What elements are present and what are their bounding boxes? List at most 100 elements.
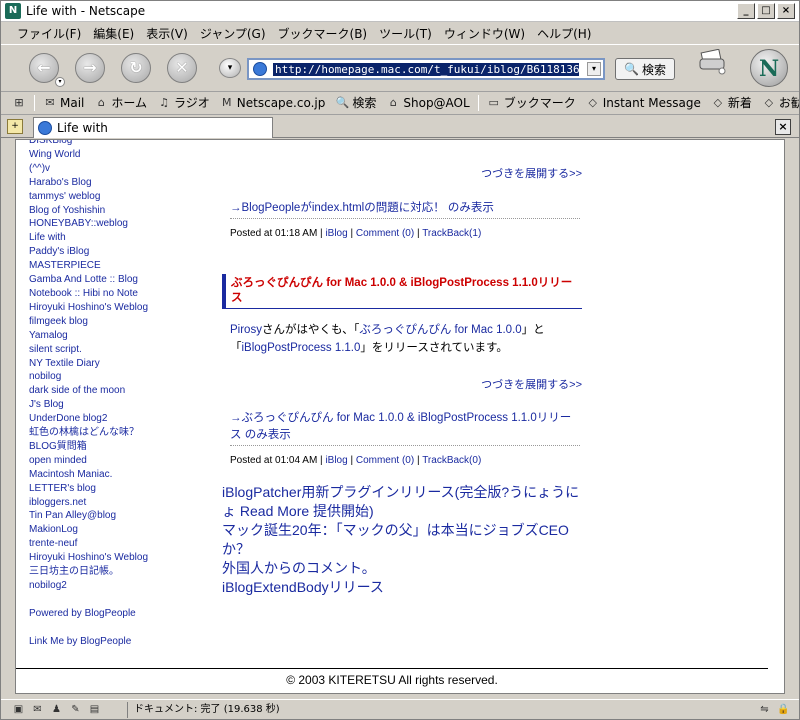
blogroll-link[interactable]: Macintosh Maniac.: [29, 468, 209, 482]
blogroll-link[interactable]: trente-neuf: [29, 537, 209, 551]
blogroll-link[interactable]: LETTER's blog: [29, 482, 209, 496]
category-link[interactable]: iBlog: [325, 455, 347, 466]
search-button[interactable]: 🔍 検索: [615, 58, 675, 80]
menu-go[interactable]: ジャンプ(G): [200, 25, 266, 42]
blogroll-link[interactable]: Notebook :: Hibi no Note: [29, 287, 209, 301]
recent-entry-link[interactable]: マック誕生20年：「マックの父」は本当にジョブズCEOか？: [222, 521, 582, 559]
blogroll-link[interactable]: Yamalog: [29, 329, 209, 343]
blogroll-link[interactable]: Harabo's Blog: [29, 176, 209, 190]
navigator-icon[interactable]: ▣: [11, 703, 26, 716]
toolbar-new[interactable]: ◇ 新着: [706, 94, 757, 111]
toolbar-netscape[interactable]: M Netscape.co.jp: [215, 96, 331, 110]
stop-button[interactable]: ✕: [167, 53, 197, 83]
composer-icon[interactable]: ✎: [68, 703, 83, 716]
blogroll-link[interactable]: (^^)v: [29, 162, 209, 176]
permalink-entry2[interactable]: →ぶろっぐぴんぴん for Mac 1.0.0 & iBlogPostProce…: [230, 410, 580, 444]
toolbar-grip[interactable]: ⊞: [7, 96, 31, 109]
blogroll-link[interactable]: 虹色の林檎はどんな味？: [29, 426, 209, 440]
blogroll-link[interactable]: Hiroyuki Hoshino's Weblog: [29, 551, 209, 565]
category-link[interactable]: iBlog: [325, 228, 347, 239]
tab-label: Life with: [57, 121, 108, 135]
trackback-link[interactable]: TrackBack(0): [422, 455, 481, 466]
url-dropdown-icon[interactable]: ▾: [587, 62, 601, 76]
powered-by-link[interactable]: Powered by BlogPeople: [29, 607, 209, 621]
toolbar-mail[interactable]: ✉ Mail: [38, 96, 89, 110]
pinpin-link[interactable]: ぶろっぐぴんぴん for Mac 1.0.0: [359, 324, 521, 336]
blogroll-link[interactable]: Gamba And Lotte :: Blog: [29, 273, 209, 287]
print-icon[interactable]: [698, 49, 728, 75]
trackback-link[interactable]: TrackBack(1): [422, 228, 481, 239]
blogroll-link[interactable]: Blog of Yoshishin: [29, 204, 209, 218]
blogroll-link[interactable]: DISKBlog: [29, 140, 209, 148]
expand-more-link[interactable]: つづきを展開する>>: [481, 165, 582, 181]
blogroll-link[interactable]: NY Textile Diary: [29, 357, 209, 371]
toolbar-home[interactable]: ⌂ ホーム: [89, 94, 152, 111]
address-book-icon[interactable]: ▤: [87, 703, 102, 716]
toolbar-recommend[interactable]: ◇ お勧め: [757, 94, 799, 111]
blogroll-link[interactable]: Paddy's iBlog: [29, 245, 209, 259]
footer-divider: [16, 668, 768, 669]
blogroll-link[interactable]: Wing World: [29, 148, 209, 162]
menu-file[interactable]: ファイル(F): [17, 25, 81, 42]
blogroll-link[interactable]: tammys' weblog: [29, 190, 209, 204]
blogroll-link[interactable]: dark side of the moon: [29, 384, 209, 398]
blogroll-link[interactable]: ibloggers.net: [29, 496, 209, 510]
blogroll-link[interactable]: J's Blog: [29, 398, 209, 412]
link-me-link[interactable]: Link Me by BlogPeople: [29, 635, 209, 649]
recent-entry-link[interactable]: 外国人からのコメント。: [222, 559, 582, 578]
im-icon[interactable]: ♟: [49, 703, 64, 716]
new-tab-icon[interactable]: +: [7, 119, 23, 134]
comment-link[interactable]: Comment (0): [356, 228, 414, 239]
menu-edit[interactable]: 編集(E): [93, 25, 134, 42]
tab-life-with[interactable]: Life with: [33, 117, 273, 138]
close-tab-button[interactable]: ×: [775, 119, 791, 135]
reload-button[interactable]: ↻: [121, 53, 151, 83]
url-input[interactable]: http://homepage.mac.com/t_fukui/iblog/B6…: [273, 62, 579, 76]
toolbar-shop[interactable]: ⌂ Shop@AOL: [381, 96, 474, 110]
postprocess-link[interactable]: iBlogPostProcess 1.1.0: [242, 342, 361, 354]
browser-window: N Life with - Netscape _ □ × ファイル(F) 編集(…: [0, 0, 800, 720]
minimize-button[interactable]: _: [737, 3, 755, 19]
close-window-button[interactable]: ×: [777, 3, 795, 19]
menu-view[interactable]: 表示(V): [146, 25, 188, 42]
mail-icon[interactable]: ✉: [30, 703, 45, 716]
menu-tools[interactable]: ツール(T): [379, 25, 432, 42]
blogroll-link[interactable]: open minded: [29, 454, 209, 468]
expand-more-link[interactable]: つづきを展開する>>: [481, 376, 582, 392]
blogroll-link[interactable]: Tin Pan Alley@blog: [29, 509, 209, 523]
blogroll-link[interactable]: MASTERPIECE: [29, 259, 209, 273]
blogroll-link[interactable]: silent script.: [29, 343, 209, 357]
blogroll-link[interactable]: Hiroyuki Hoshino's Weblog: [29, 301, 209, 315]
pirosy-link[interactable]: Pirosy: [230, 324, 262, 336]
back-button[interactable]: ←: [29, 53, 59, 83]
blogroll-link[interactable]: BLOG質問箱: [29, 440, 209, 454]
toolbar-search[interactable]: 🔍 検索: [330, 94, 381, 111]
blogroll-link[interactable]: 三日坊主の日記帳。: [29, 565, 209, 579]
blogroll-link[interactable]: filmgeek blog: [29, 315, 209, 329]
toolbar-radio[interactable]: ♫ ラジオ: [152, 94, 215, 111]
blogroll-link[interactable]: UnderDone blog2: [29, 412, 209, 426]
url-history-button[interactable]: ▾: [219, 58, 241, 78]
maximize-button[interactable]: □: [757, 3, 775, 19]
forward-button[interactable]: →: [75, 53, 105, 83]
menu-help[interactable]: ヘルプ(H): [537, 25, 591, 42]
back-history-dropdown[interactable]: ▾: [55, 77, 65, 87]
url-bar[interactable]: http://homepage.mac.com/t_fukui/iblog/B6…: [247, 58, 605, 80]
blogroll-link[interactable]: MakionLog: [29, 523, 209, 537]
site-icon: [38, 121, 52, 135]
blogroll-link[interactable]: Life with: [29, 231, 209, 245]
toolbar-recommend-label: お勧め: [778, 96, 799, 110]
blogroll-link[interactable]: nobilog: [29, 370, 209, 384]
comment-link[interactable]: Comment (0): [356, 455, 414, 466]
recent-entries: iBlogPatcher用新プラグインリリース(完全版?うにょうにょ Read …: [222, 483, 582, 597]
blogroll-link[interactable]: HONEYBABY::weblog: [29, 217, 209, 231]
blogroll-link[interactable]: nobilog2: [29, 579, 209, 593]
menu-window[interactable]: ウィンドウ(W): [444, 25, 525, 42]
toolbar-bookmarks[interactable]: ▭ ブックマーク: [482, 94, 581, 111]
recent-entry-link[interactable]: iBlogExtendBodyリリース: [222, 578, 582, 597]
toolbar-instant-message[interactable]: ◇ Instant Message: [581, 96, 706, 110]
recent-entry-link[interactable]: iBlogPatcher用新プラグインリリース(完全版?うにょうにょ Read …: [222, 483, 582, 521]
menu-bookmarks[interactable]: ブックマーク(B): [278, 25, 368, 42]
permalink-entry1[interactable]: →BlogPeopleがindex.htmlの問題に対応！ のみ表示: [230, 200, 494, 217]
netscape-throbber-icon[interactable]: N: [750, 49, 788, 87]
